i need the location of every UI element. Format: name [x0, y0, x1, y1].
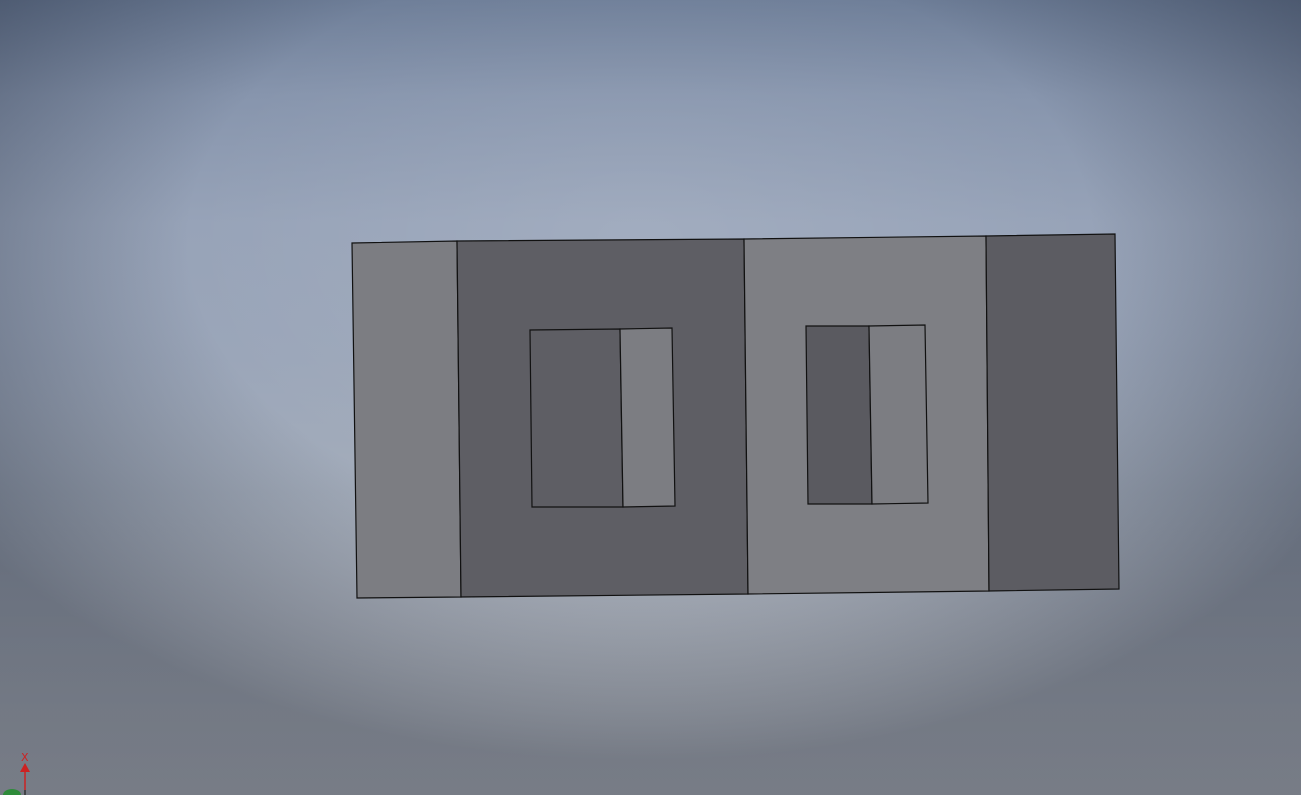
x-axis-arrow-icon: [20, 763, 30, 772]
part-face-left-end[interactable]: [351, 240, 462, 599]
x-axis-label: X: [21, 751, 29, 764]
view-triad: X: [3, 751, 30, 795]
triad-origin-icon: [3, 789, 21, 795]
part-face-right-end[interactable]: [985, 233, 1120, 592]
model-view[interactable]: [0, 0, 1301, 795]
right-window-inner-light[interactable]: [868, 324, 929, 505]
left-window-inner-dark[interactable]: [529, 328, 624, 508]
graphics-viewport[interactable]: X: [0, 0, 1301, 795]
right-window-inner-dark[interactable]: [805, 325, 873, 505]
left-window-inner-light[interactable]: [619, 327, 676, 508]
